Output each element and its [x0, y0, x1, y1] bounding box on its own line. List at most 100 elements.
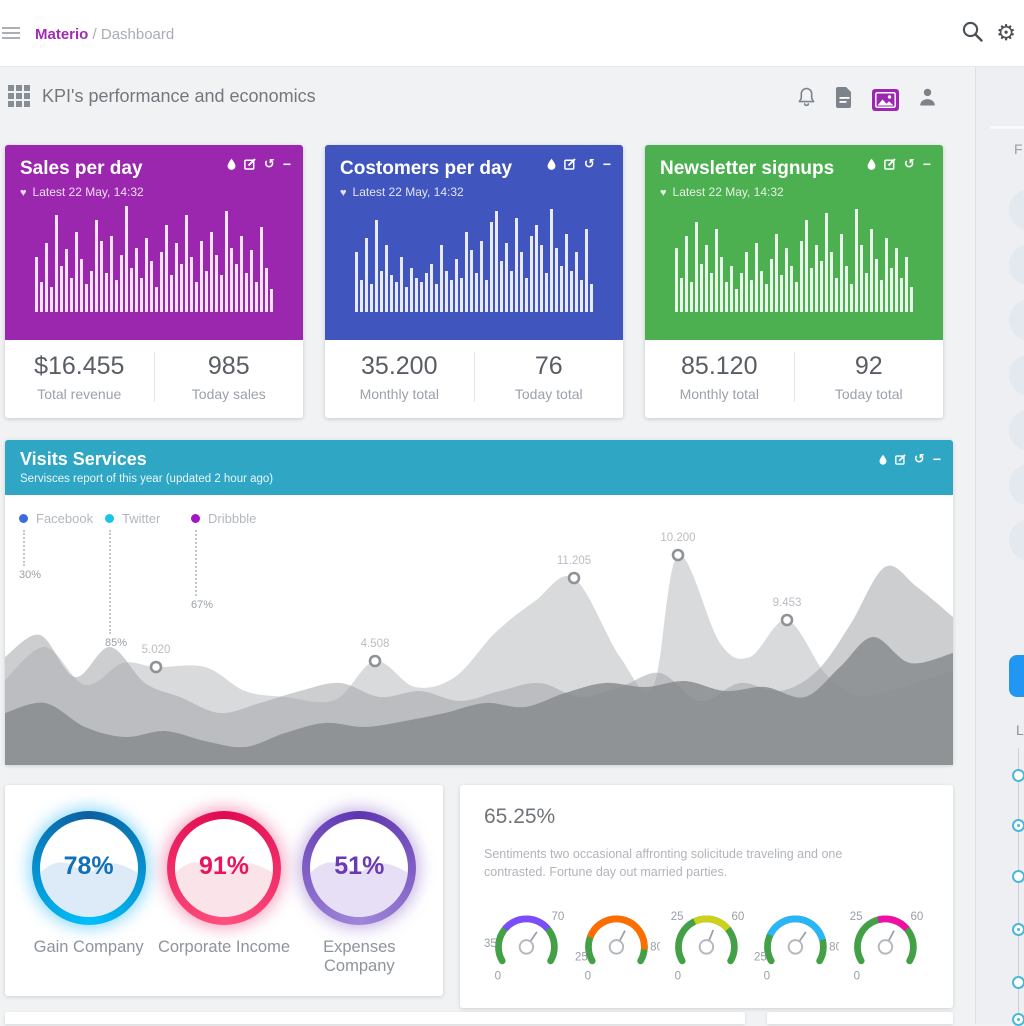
- minus-icon[interactable]: −: [923, 157, 931, 171]
- svg-text:9.453: 9.453: [773, 597, 802, 609]
- bell-icon[interactable]: [796, 86, 817, 113]
- gauge-5: 25600: [843, 903, 929, 985]
- menu-icon[interactable]: [2, 27, 22, 42]
- next-row-card-left: [5, 1012, 745, 1024]
- edit-icon[interactable]: [244, 158, 256, 170]
- minus-icon[interactable]: −: [603, 157, 611, 171]
- sales-bar-chart: [5, 192, 303, 312]
- droplet-icon[interactable]: [227, 158, 236, 170]
- gauge-1: 35700: [484, 903, 570, 985]
- droplet-icon[interactable]: [547, 158, 556, 170]
- visits-area-chart: 5.0204.50811.20510.2009.453 Facebook 30%…: [5, 495, 953, 765]
- sentiment-card: 65.25% Sentiments two occasional affront…: [460, 785, 953, 1008]
- breadcrumb-separator: /: [93, 26, 97, 43]
- donut-label: Corporate Income: [156, 938, 291, 957]
- kpi-card-customers: Costomers per day ♥Latest 22 May, 14:32 …: [325, 145, 623, 418]
- right-sidebar: F L: [975, 67, 1024, 1024]
- avatar: [1009, 409, 1024, 451]
- legend-dropline: [195, 530, 197, 596]
- legend-dribbble[interactable]: Dribbble 67%: [191, 511, 256, 611]
- donut-percent: 78%: [40, 852, 138, 881]
- card-actions: ↺ −: [867, 157, 931, 171]
- panel-subtitle: Servisces report of this year (updated 2…: [20, 473, 938, 485]
- edit-icon[interactable]: [884, 158, 896, 170]
- timeline-marker[interactable]: [1012, 976, 1024, 989]
- sentiment-percent: 65.25%: [484, 805, 929, 829]
- kpi-card-newsletter: Newsletter signups ♥Latest 22 May, 14:32…: [645, 145, 943, 418]
- svg-text:25: 25: [575, 952, 588, 964]
- undo-icon[interactable]: ↺: [914, 453, 925, 466]
- sidebar-button[interactable]: [1009, 655, 1024, 697]
- avatar: [1009, 519, 1024, 561]
- gear-icon[interactable]: ⚙: [996, 23, 1016, 45]
- stat-monthly-total: 35.200 Monthly total: [325, 352, 475, 402]
- sidebar-truncated-heading-top: F: [1014, 141, 1023, 157]
- undo-icon[interactable]: ↺: [904, 158, 915, 171]
- minus-icon[interactable]: −: [283, 157, 291, 171]
- panel-actions: ↺ −: [879, 452, 941, 466]
- image-icon[interactable]: [872, 89, 899, 111]
- svg-text:35: 35: [484, 938, 497, 950]
- top-app-bar: Materio / Dashboard ⚙: [0, 0, 1024, 67]
- timeline-marker[interactable]: [1012, 1013, 1024, 1026]
- panel-title: Visits Services: [20, 449, 938, 470]
- timeline-marker[interactable]: [1012, 870, 1024, 883]
- avatar: [1009, 354, 1024, 396]
- gauge-row: 35700 25800 25600 25800 25600: [484, 903, 929, 985]
- card-actions: ↺ −: [227, 157, 291, 171]
- svg-text:25: 25: [850, 911, 863, 923]
- gauge-3: 25 60 0: [664, 903, 750, 985]
- timeline-marker[interactable]: [1012, 769, 1024, 782]
- sidebar-truncated-heading-bottom: L: [1016, 722, 1024, 738]
- svg-text:25: 25: [670, 911, 683, 923]
- donut-percent: 51%: [310, 852, 408, 881]
- legend-dropline: [109, 530, 111, 634]
- visits-services-panel: Visits Services Servisces report of this…: [5, 440, 953, 765]
- sidebar-divider: [990, 126, 1024, 129]
- person-icon[interactable]: [918, 87, 937, 112]
- timeline-marker[interactable]: [1012, 923, 1024, 936]
- breadcrumb-brand[interactable]: Materio: [35, 26, 88, 43]
- timeline-marker[interactable]: [1012, 819, 1024, 832]
- donut-gain-company: 78% Gain Company: [21, 811, 156, 996]
- avatar: [1009, 189, 1024, 231]
- breadcrumb-page: Dashboard: [101, 26, 174, 43]
- next-row-card-right: [767, 1012, 953, 1024]
- legend-twitter[interactable]: Twitter 85%: [105, 511, 160, 649]
- svg-text:4.508: 4.508: [361, 638, 390, 650]
- donut-label: Expenses Company: [292, 938, 427, 976]
- facebook-dot: [19, 514, 28, 523]
- droplet-icon[interactable]: [879, 454, 887, 465]
- svg-text:60: 60: [731, 911, 744, 923]
- legend-facebook[interactable]: Facebook 30%: [19, 511, 93, 581]
- svg-text:11.205: 11.205: [557, 555, 591, 567]
- stat-today-total: 76 Today total: [475, 352, 624, 402]
- undo-icon[interactable]: ↺: [584, 158, 595, 171]
- svg-text:0: 0: [854, 971, 860, 983]
- svg-text:0: 0: [584, 971, 590, 983]
- page-title: KPI's performance and economics: [42, 86, 316, 107]
- edit-icon[interactable]: [564, 158, 576, 170]
- svg-text:25: 25: [754, 952, 767, 964]
- avatar: [1009, 299, 1024, 341]
- donut-label: Gain Company: [21, 938, 156, 957]
- svg-text:0: 0: [674, 971, 680, 983]
- search-icon[interactable]: [961, 20, 984, 48]
- card-actions: ↺ −: [547, 157, 611, 171]
- grid-icon[interactable]: [8, 85, 30, 107]
- twitter-dot: [105, 514, 114, 523]
- droplet-icon[interactable]: [867, 158, 876, 170]
- gauge-4: 25800: [753, 903, 839, 985]
- kpi-card-sales: Sales per day ♥Latest 22 May, 14:32 ↺ − …: [5, 145, 303, 418]
- document-icon[interactable]: [836, 87, 853, 113]
- svg-text:0: 0: [495, 971, 501, 983]
- minus-icon[interactable]: −: [933, 452, 941, 466]
- stat-today-sales: 985 Today sales: [155, 352, 304, 402]
- edit-icon[interactable]: [895, 454, 906, 465]
- gauge-2: 25800: [574, 903, 660, 985]
- dribbble-dot: [191, 514, 200, 523]
- customers-bar-chart: [325, 192, 623, 312]
- undo-icon[interactable]: ↺: [264, 158, 275, 171]
- donut-percent: 91%: [175, 852, 273, 881]
- svg-text:0: 0: [764, 971, 770, 983]
